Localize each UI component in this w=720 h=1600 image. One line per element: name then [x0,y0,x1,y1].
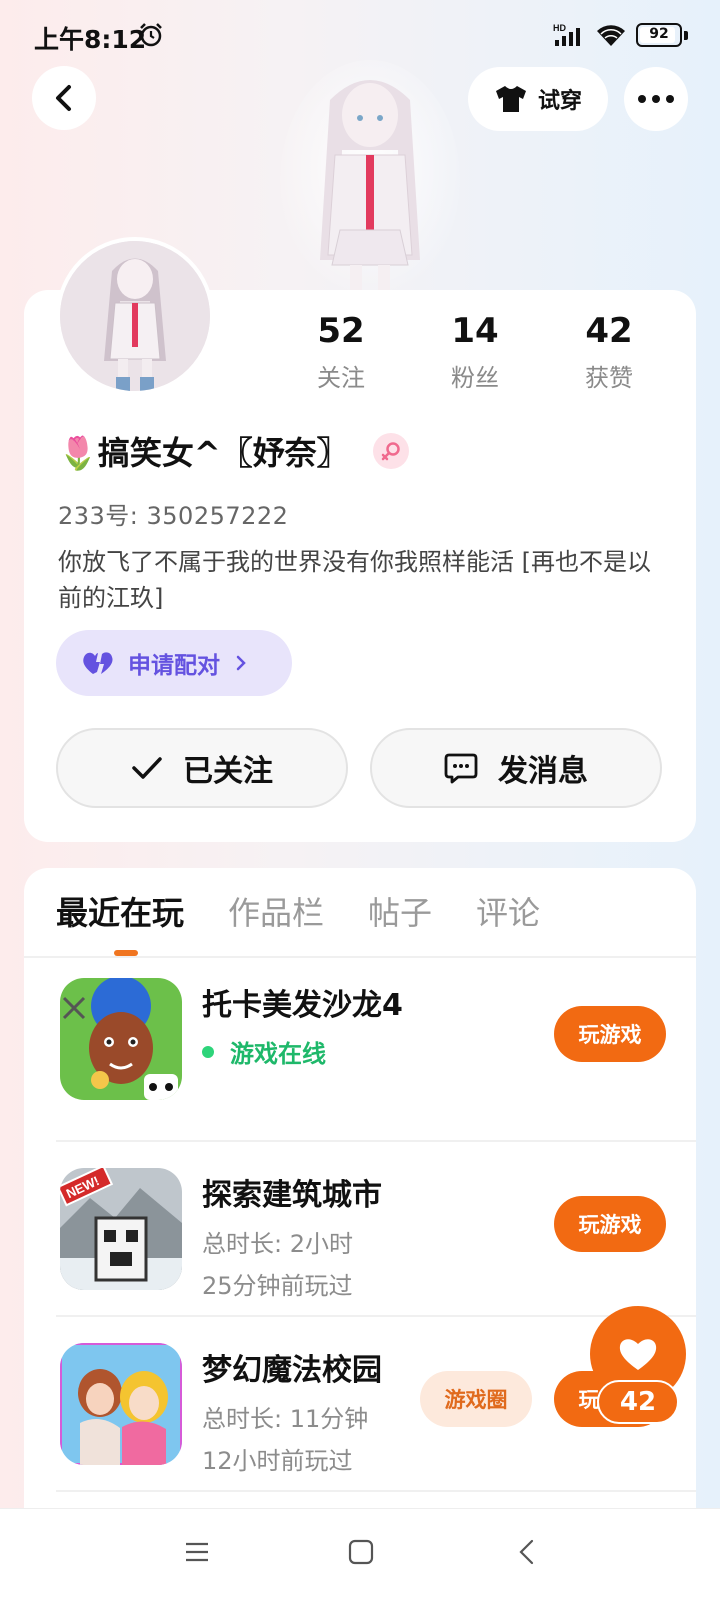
row-divider [56,1315,696,1317]
followers-count: 14 [451,311,499,351]
following-count: 52 [317,311,365,351]
game-row[interactable]: 梦幻魔法校园 总时长: 11分钟 12小时前玩过 游戏圈 玩游戏 [56,1343,666,1513]
total-duration: 总时长: 11分钟 [202,1405,369,1433]
followed-button[interactable]: 已关注 [56,728,348,808]
heart-icon [619,1339,657,1370]
try-on-button[interactable]: 试穿 [468,67,608,131]
more-dots-icon [638,95,674,103]
send-message-button[interactable]: 发消息 [370,728,662,808]
request-match-button[interactable]: 申请配对 [56,630,292,696]
online-dot-icon [202,1045,214,1058]
battery-icon: 92 [636,23,682,47]
chevron-right-icon [236,655,246,671]
female-gender-icon [372,433,409,469]
try-on-label: 试穿 [537,89,582,114]
check-icon [132,757,162,779]
system-nav-bar [0,1508,720,1600]
following-label: 关注 [317,364,365,392]
menu-icon[interactable] [184,1539,210,1565]
play-game-button[interactable]: 玩游戏 [554,1006,666,1062]
game-row[interactable]: NEW! 探索建筑城市 总时长: 2小时 25分钟前玩过 玩游戏 [56,1168,666,1338]
game-icon-toca-hair-salon [60,978,182,1100]
chevron-left-icon [56,85,71,111]
request-match-label: 申请配对 [128,653,220,679]
tab-works[interactable]: 作品栏 [228,888,324,934]
likes-count: 42 [585,311,633,351]
home-square-icon[interactable] [348,1539,374,1565]
followed-label: 已关注 [183,754,273,789]
game-circle-button[interactable]: 游戏圈 [420,1371,532,1427]
game-title: 托卡美发沙龙4 [202,988,403,1023]
battery-cap [684,31,688,40]
game-icon-magic-school [60,1343,182,1465]
game-row[interactable]: 托卡美发沙龙4 游戏在线 玩游戏 [56,978,666,1148]
signal-icon: HD [553,23,580,46]
tabs-divider [24,956,696,958]
game-title: 探索建筑城市 [202,1178,382,1213]
total-duration: 总时长: 2小时 [202,1230,353,1258]
battery-level: 92 [649,26,669,42]
profile-tabs: 最近在玩 作品栏 帖子 评论 [56,888,540,934]
game-icon-explore-building-city: NEW! [60,1168,182,1290]
chat-bubble-icon [444,753,478,784]
tab-comments[interactable]: 评论 [476,888,540,934]
back-triangle-icon[interactable] [514,1539,540,1565]
likes-label: 获赞 [585,364,633,392]
svg-text:HD: HD [553,23,566,33]
alarm-icon [140,23,162,47]
more-options-button[interactable] [624,67,688,131]
avatar[interactable] [56,237,214,395]
online-status-label: 游戏在线 [230,1040,326,1068]
play-game-button[interactable]: 玩游戏 [554,1196,666,1252]
last-played: 12小时前玩过 [202,1447,353,1475]
shirt-icon [495,86,526,112]
wifi-icon [597,25,625,46]
back-button[interactable] [32,66,96,130]
bio-text: 你放飞了不属于我的世界没有你我照样能活 [再也不是以前的江玖] [58,548,651,612]
heart-pair-icon [83,652,113,674]
row-divider [56,1490,696,1492]
stat-likes[interactable]: 42 获赞 [554,310,664,393]
character-banner-image [280,60,460,295]
user-id: 233号: 350257222 [58,502,289,530]
tab-recently-played[interactable]: 最近在玩 [56,888,184,934]
avatar-image [60,241,210,391]
online-status: 游戏在线 [202,1034,326,1069]
status-time: 上午8:12 [34,25,147,54]
nickname-row: 🌷搞笑女^〖妤奈〗 [58,428,409,474]
tab-posts[interactable]: 帖子 [368,888,432,934]
last-played: 25分钟前玩过 [202,1272,353,1300]
send-message-label: 发消息 [498,754,588,789]
row-divider [56,1140,696,1142]
stat-followers[interactable]: 14 粉丝 [420,310,530,393]
stat-following[interactable]: 52 关注 [286,310,396,393]
like-count-badge: 42 [597,1380,679,1424]
nickname: 🌷搞笑女^〖妤奈〗 [58,434,349,472]
followers-label: 粉丝 [451,364,499,392]
game-title: 梦幻魔法校园 [202,1353,382,1388]
